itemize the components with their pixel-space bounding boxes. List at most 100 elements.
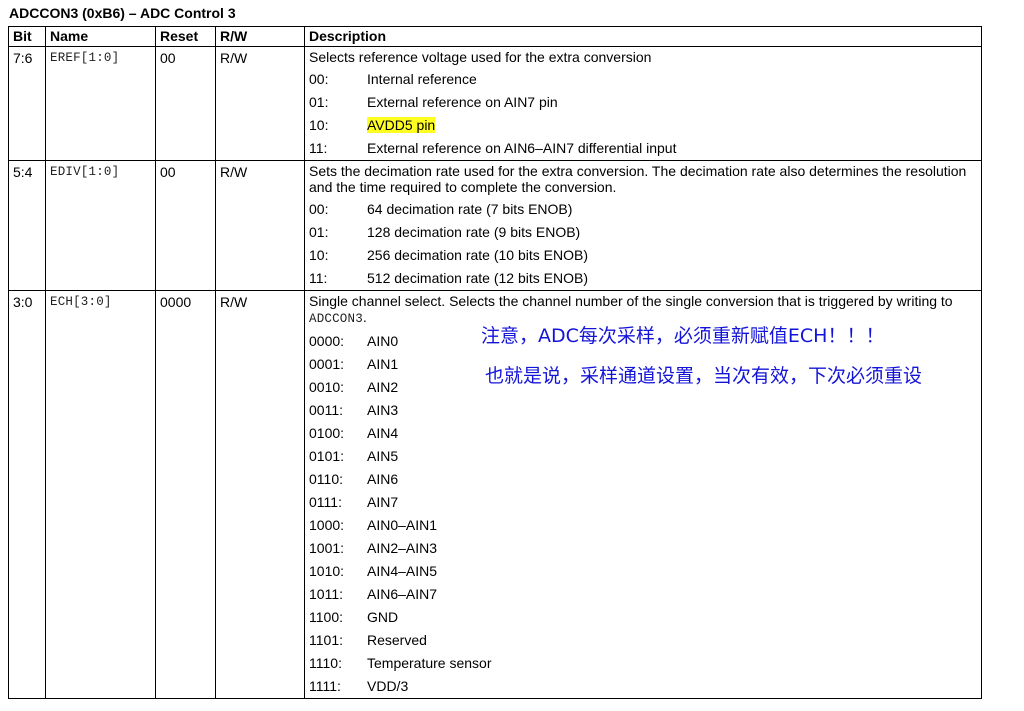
option-code: 0111: bbox=[309, 494, 342, 510]
option-code: 0001: bbox=[309, 356, 345, 372]
option-row: 0110: AIN6 bbox=[309, 468, 977, 491]
option-code: 1111: bbox=[309, 678, 341, 694]
option-code: 01: bbox=[309, 94, 329, 110]
option-text-wrap: External reference on AIN7 pin bbox=[367, 93, 558, 112]
bit-cell: 3:0 bbox=[8, 290, 46, 699]
option-text-wrap: AIN6–AIN7 bbox=[367, 585, 437, 604]
option-text-wrap: Temperature sensor bbox=[367, 654, 492, 673]
bit-cell: 5:4 bbox=[8, 160, 46, 291]
option-text: Internal reference bbox=[367, 71, 477, 87]
option-text-wrap: 256 decimation rate (10 bits ENOB) bbox=[367, 246, 588, 265]
option-text: 256 decimation rate (10 bits ENOB) bbox=[367, 247, 588, 263]
register-table: Bit Name Reset R/W Description 7:6 EREF[1… bbox=[8, 26, 982, 699]
option-code: 0011: bbox=[309, 402, 343, 418]
option-row: 10: 256 decimation rate (10 bits ENOB) bbox=[309, 244, 977, 267]
option-row: 11: External reference on AIN6–AIN7 diffe… bbox=[309, 137, 977, 160]
reset-cell: 00 bbox=[155, 160, 216, 291]
option-row: 0011: AIN3 bbox=[309, 399, 977, 422]
annotation-note: 也就是说，采样通道设置，当次有效，下次必须重设 bbox=[485, 365, 923, 387]
option-code: 1101: bbox=[309, 632, 343, 648]
option-code: 01: bbox=[309, 224, 329, 240]
description-sentence: Selects reference voltage used for the e… bbox=[309, 49, 652, 65]
reset-cell: 0000 bbox=[155, 290, 216, 699]
rw-cell: R/W bbox=[215, 290, 305, 699]
option-row: 01: External reference on AIN7 pin bbox=[309, 91, 977, 114]
option-code: 1010: bbox=[309, 563, 345, 579]
option-row: 1001: AIN2–AIN3 bbox=[309, 537, 977, 560]
option-row: 1011: AIN6–AIN7 bbox=[309, 583, 977, 606]
name-cell: EDIV[1:0] bbox=[45, 160, 156, 291]
option-text-wrap: Reserved bbox=[367, 631, 427, 650]
option-code-highlight: 10: bbox=[309, 117, 329, 133]
option-row: 1000: AIN0–AIN1 bbox=[309, 514, 977, 537]
option-text: 128 decimation rate (9 bits ENOB) bbox=[367, 224, 581, 240]
name-cell: ECH[3:0] bbox=[45, 290, 156, 699]
register-reference: ADCCON3 bbox=[309, 312, 363, 326]
header-rw: R/W bbox=[215, 26, 305, 47]
option-row: 1100: GND bbox=[309, 606, 977, 629]
register-title: ADCCON3 (0xB6) – ADC Control 3 bbox=[9, 5, 236, 21]
option-row: 1101: Reserved bbox=[309, 629, 977, 652]
rw-cell: R/W bbox=[215, 46, 305, 161]
option-text: AIN5 bbox=[367, 448, 399, 464]
option-code: 0110: bbox=[309, 471, 343, 487]
description-sentence: Sets the decimation rate used for the ex… bbox=[309, 163, 967, 195]
option-text: Temperature sensor bbox=[367, 655, 492, 671]
option-code: 10: bbox=[309, 247, 329, 263]
option-text-wrap: 64 decimation rate (7 bits ENOB) bbox=[367, 200, 572, 219]
description-cell: Selects reference voltage used for the e… bbox=[304, 46, 982, 161]
option-text-wrap: Internal reference bbox=[367, 70, 477, 89]
option-text-wrap: AIN7 bbox=[367, 493, 398, 512]
annotation-note: 注意，ADC每次采样，必须重新赋值ECH！！！ bbox=[481, 325, 885, 347]
header-name: Name bbox=[45, 26, 156, 47]
option-code: 0000: bbox=[309, 333, 345, 349]
option-code: 0010: bbox=[309, 379, 345, 395]
option-text-wrap: External reference on AIN6–AIN7 differen… bbox=[367, 139, 676, 158]
option-text: 512 decimation rate (12 bits ENOB) bbox=[367, 270, 588, 286]
option-text-wrap: VDD/3 bbox=[367, 677, 408, 696]
option-row: 0100: AIN4 bbox=[309, 422, 977, 445]
header-bit: Bit bbox=[8, 26, 46, 47]
description-end: . bbox=[362, 309, 367, 325]
reset-cell: 00 bbox=[155, 46, 216, 161]
description-cell: Single channel select. Selects the chann… bbox=[304, 290, 982, 699]
option-text: 64 decimation rate (7 bits ENOB) bbox=[367, 201, 573, 217]
header-row: Bit Name Reset R/W Description bbox=[8, 26, 982, 47]
option-text: AIN1 bbox=[367, 356, 399, 372]
option-text-wrap: AIN2 bbox=[367, 378, 398, 397]
description-text: Single channel select. Selects the chann… bbox=[309, 293, 977, 327]
option-code: 1000: bbox=[309, 517, 345, 533]
option-text: AVDD5 pin bbox=[367, 117, 436, 133]
option-text: External reference on AIN6–AIN7 differen… bbox=[367, 140, 677, 156]
option-code: 0100: bbox=[309, 425, 345, 441]
option-text-wrap: AVDD5 pin bbox=[367, 116, 436, 135]
option-code: 0101: bbox=[309, 448, 345, 464]
option-text: AIN2–AIN3 bbox=[367, 540, 438, 556]
option-text: GND bbox=[367, 609, 399, 625]
option-code: 11: bbox=[309, 140, 328, 156]
bit-cell: 7:6 bbox=[8, 46, 46, 161]
option-text: AIN0 bbox=[367, 333, 399, 349]
option-text: AIN6–AIN7 bbox=[367, 586, 438, 602]
option-row-highlighted: 10: AVDD5 pin bbox=[309, 114, 977, 137]
option-text: AIN6 bbox=[367, 471, 399, 487]
option-code: 1011: bbox=[309, 586, 343, 602]
table-row: 7:6 EREF[1:0] 00 R/W Selects reference volta… bbox=[8, 46, 982, 161]
option-code: 10: bbox=[309, 116, 367, 135]
option-code: 11: bbox=[309, 270, 328, 286]
header-reset: Reset bbox=[155, 26, 216, 47]
table-row: 3:0 ECH[3:0] 0000 R/W Single channel select.… bbox=[8, 290, 982, 699]
option-row: 1111: VDD/3 bbox=[309, 675, 977, 698]
option-text-wrap: AIN5 bbox=[367, 447, 398, 466]
option-text: AIN4 bbox=[367, 425, 399, 441]
option-text-wrap: 512 decimation rate (12 bits ENOB) bbox=[367, 269, 588, 288]
option-row: 00: Internal reference bbox=[309, 68, 977, 91]
option-code: 1110: bbox=[309, 655, 342, 671]
description-sentence: Single channel select. Selects the chann… bbox=[309, 293, 953, 309]
option-text: AIN7 bbox=[367, 494, 399, 510]
option-text: External reference on AIN7 pin bbox=[367, 94, 558, 110]
option-text-wrap: GND bbox=[367, 608, 398, 627]
option-text-wrap: AIN4 bbox=[367, 424, 398, 443]
option-code: 1001: bbox=[309, 540, 345, 556]
option-row: 11: 512 decimation rate (12 bits ENOB) bbox=[309, 267, 977, 290]
